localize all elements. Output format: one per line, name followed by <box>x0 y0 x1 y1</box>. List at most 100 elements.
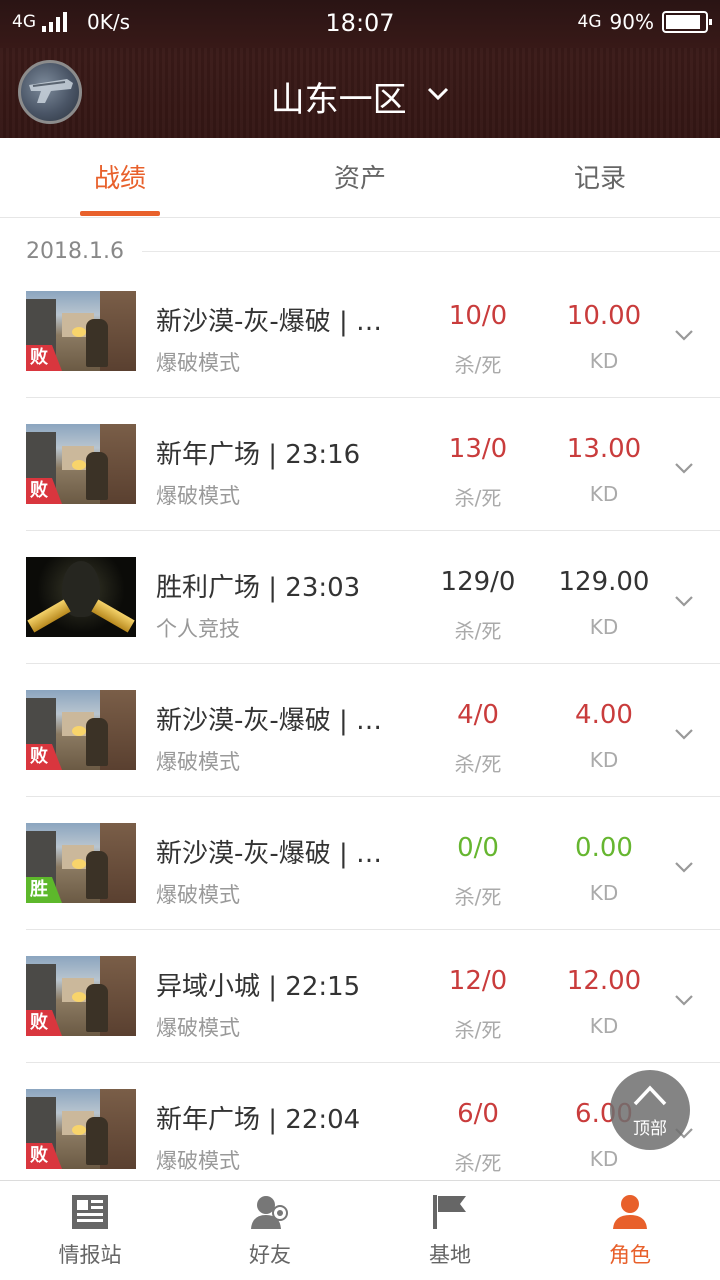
bottom-nav: 情报站 好友 基地 角色 <box>0 1180 720 1280</box>
chevron-down-icon[interactable] <box>674 591 694 611</box>
tab-record[interactable]: 战绩 <box>0 158 240 195</box>
map-thumbnail: 败 <box>26 424 136 504</box>
kd-ratio-label: KD <box>589 615 619 639</box>
nav-item-friends[interactable]: 好友 <box>180 1181 360 1280</box>
date-label: 2018.1.6 <box>26 239 124 264</box>
flag-icon <box>433 1195 466 1229</box>
kill-death-label: 杀/死 <box>454 752 502 776</box>
map-title: 新年广场 | 23:16 <box>156 440 361 470</box>
map-title: 新沙漠-灰-爆破 | … <box>156 706 383 736</box>
match-row[interactable]: 胜 新沙漠-灰-爆破 | … 爆破模式 0/0 杀/死 0.00 KD <box>26 797 720 930</box>
kd-ratio-label: KD <box>589 748 619 772</box>
kill-death-value: 4/0 <box>457 700 499 730</box>
kill-death-label: 杀/死 <box>454 885 502 909</box>
status-right: 4G 90% <box>577 10 712 34</box>
tab-history[interactable]: 记录 <box>480 158 720 195</box>
nav-label-character: 角色 <box>609 1243 651 1267</box>
person-icon <box>613 1195 647 1229</box>
map-thumbnail: 败 <box>26 956 136 1036</box>
map-title: 新沙漠-灰-爆破 | … <box>156 307 383 337</box>
kd-ratio-value: 129.00 <box>558 567 650 597</box>
nav-item-character[interactable]: 角色 <box>540 1181 720 1280</box>
kd-ratio-label: KD <box>589 1014 619 1038</box>
kill-death-label: 杀/死 <box>454 1151 502 1175</box>
kd-ratio-value: 12.00 <box>566 966 642 996</box>
arrow-up-icon <box>633 1085 667 1106</box>
back-to-top-button[interactable]: 顶部 <box>610 1070 690 1150</box>
nav-item-base[interactable]: 基地 <box>360 1181 540 1280</box>
network-type-right: 4G <box>577 12 602 32</box>
kill-death-value: 13/0 <box>448 434 508 464</box>
match-row[interactable]: 胜利广场 | 23:03 个人竞技 129/0 杀/死 129.00 KD <box>26 531 720 664</box>
result-badge: 败 <box>26 1143 62 1169</box>
kill-death-value: 6/0 <box>457 1099 499 1129</box>
map-title: 异域小城 | 22:15 <box>156 972 361 1002</box>
chevron-down-icon[interactable] <box>674 325 694 345</box>
kill-death-value: 10/0 <box>448 301 508 331</box>
result-badge: 败 <box>26 1010 62 1036</box>
kd-ratio-label: KD <box>589 881 619 905</box>
kill-death-label: 杀/死 <box>454 1018 502 1042</box>
map-thumbnail <box>26 557 136 637</box>
game-mode: 爆破模式 <box>156 1149 240 1173</box>
map-title: 新年广场 | 22:04 <box>156 1105 361 1135</box>
game-mode: 爆破模式 <box>156 484 240 508</box>
result-badge: 败 <box>26 478 62 504</box>
game-mode: 爆破模式 <box>156 1016 240 1040</box>
map-title: 胜利广场 | 23:03 <box>156 573 361 603</box>
kill-death-value: 129/0 <box>440 567 516 597</box>
map-thumbnail: 败 <box>26 291 136 371</box>
chevron-down-icon[interactable] <box>674 857 694 877</box>
news-icon <box>72 1195 108 1229</box>
map-thumbnail: 败 <box>26 690 136 770</box>
chevron-down-icon[interactable] <box>674 458 694 478</box>
kd-ratio-value: 13.00 <box>566 434 642 464</box>
region-title: 山东一区 <box>270 80 407 120</box>
battery-percent: 90% <box>609 10 654 34</box>
chevron-down-icon[interactable] <box>674 724 694 744</box>
match-row[interactable]: 败 新沙漠-灰-爆破 | … 爆破模式 4/0 杀/死 4.00 KD <box>26 664 720 797</box>
match-row[interactable]: 败 异域小城 | 22:15 爆破模式 12/0 杀/死 12.00 KD <box>26 930 720 1063</box>
nav-item-news[interactable]: 情报站 <box>0 1181 180 1280</box>
kd-ratio-value: 10.00 <box>566 301 642 331</box>
game-mode: 个人竞技 <box>156 617 240 641</box>
nav-label-news: 情报站 <box>58 1243 122 1267</box>
tab-bar: 战绩 资产 记录 <box>0 138 720 218</box>
status-bar: 4G 0K/s 18:07 4G 90% <box>0 0 720 48</box>
kill-death-value: 12/0 <box>448 966 508 996</box>
map-thumbnail: 败 <box>26 1089 136 1169</box>
match-row[interactable]: 败 新年广场 | 23:16 爆破模式 13/0 杀/死 13.00 KD <box>26 398 720 531</box>
kd-ratio-value: 4.00 <box>575 700 633 730</box>
map-title: 新沙漠-灰-爆破 | … <box>156 839 383 869</box>
tab-indicator <box>80 211 160 216</box>
map-thumbnail: 胜 <box>26 823 136 903</box>
back-to-top-label: 顶部 <box>633 1119 667 1139</box>
match-row[interactable]: 败 新沙漠-灰-爆破 | … 爆破模式 10/0 杀/死 10.00 KD <box>26 265 720 398</box>
battery-icon <box>662 11 712 33</box>
app-header: 4G 0K/s 18:07 4G 90% 山东一区 <box>0 0 720 138</box>
kd-ratio-value: 0.00 <box>575 833 633 863</box>
kill-death-value: 0/0 <box>457 833 499 863</box>
match-list[interactable]: 2018.1.6 败新沙漠-灰-爆破 | … 爆破模式 10/0 杀/死 10.00 KD… <box>0 219 720 1179</box>
kd-ratio-label: KD <box>589 482 619 506</box>
friends-icon <box>251 1196 288 1229</box>
nav-label-base: 基地 <box>429 1243 471 1267</box>
tab-assets[interactable]: 资产 <box>240 158 480 195</box>
kill-death-label: 杀/死 <box>454 486 502 510</box>
result-badge: 败 <box>26 744 62 770</box>
game-mode: 爆破模式 <box>156 351 240 375</box>
chevron-down-icon[interactable] <box>674 990 694 1010</box>
region-selector[interactable]: 山东一区 <box>0 72 720 121</box>
battery-fill <box>666 15 700 29</box>
kd-ratio-label: KD <box>589 349 619 373</box>
nav-label-friends: 好友 <box>249 1243 291 1267</box>
result-badge: 败 <box>26 345 62 371</box>
kd-ratio-label: KD <box>589 1147 619 1171</box>
game-mode: 爆破模式 <box>156 750 240 774</box>
kill-death-label: 杀/死 <box>454 619 502 643</box>
result-badge: 胜 <box>26 877 62 903</box>
game-mode: 爆破模式 <box>156 883 240 907</box>
kill-death-label: 杀/死 <box>454 353 502 377</box>
chevron-down-icon <box>428 87 449 101</box>
app-root: 4G 0K/s 18:07 4G 90% 山东一区 战绩 资产 记录 2018.… <box>0 0 720 1280</box>
